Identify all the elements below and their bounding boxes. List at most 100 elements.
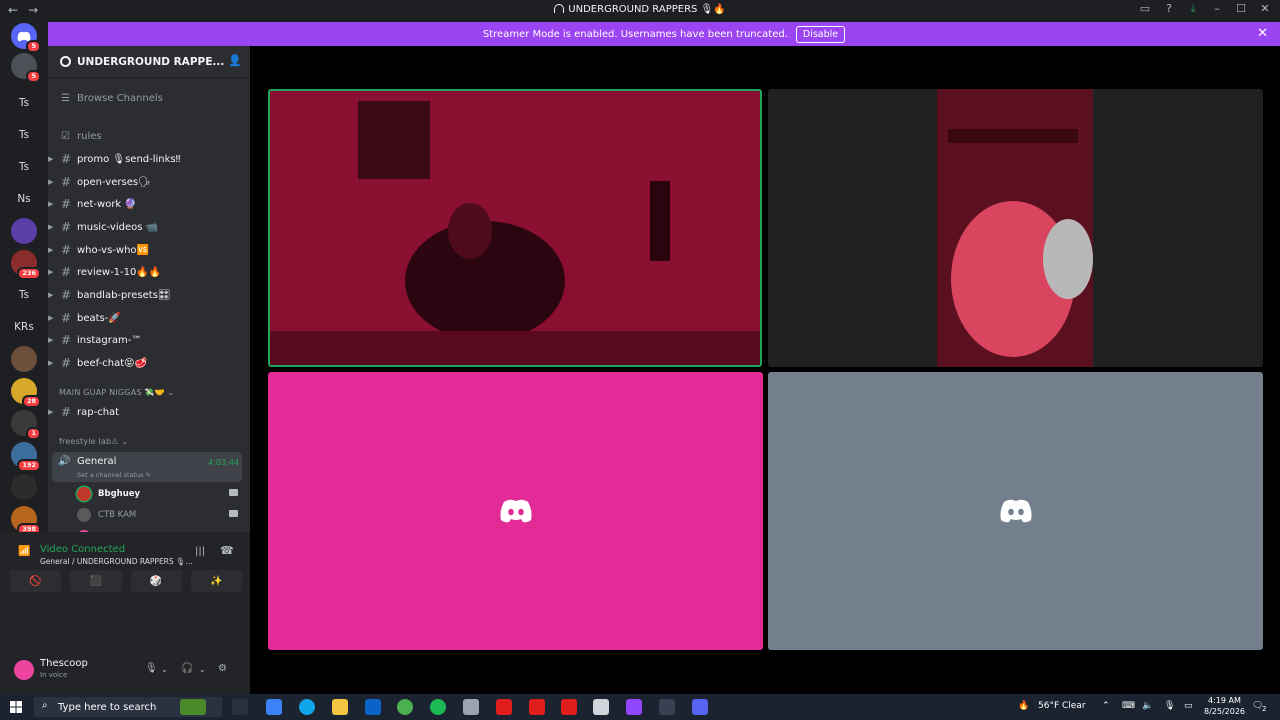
audio-options-chevron-icon[interactable]: ⌄ (199, 665, 206, 674)
channel-item[interactable]: ▶ # review-1-10🔥🔥 (48, 262, 250, 282)
youtube-icon-3[interactable] (561, 699, 577, 715)
server-icon-6[interactable] (11, 218, 37, 244)
close-window-button[interactable]: ✕ (1256, 2, 1274, 16)
add-member-icon[interactable]: 👤 (228, 54, 242, 67)
chrome-icon[interactable] (397, 699, 413, 715)
channel-item[interactable]: ▶ # instagram-™ (48, 330, 250, 350)
camera-button[interactable]: 🚫 (10, 570, 62, 592)
username[interactable]: Thescoop (40, 658, 88, 669)
voice-channel-path[interactable]: General / UNDERGROUND RAPPERS 🎙... (40, 557, 193, 566)
avatar-tile-2[interactable] (768, 372, 1263, 650)
channel-item[interactable]: ▶ # open-verses🗣 (48, 172, 250, 192)
game-thumbnail-icon[interactable] (180, 699, 206, 715)
spotify-icon[interactable] (430, 699, 446, 715)
channel-item[interactable]: ▶ # music-videos 📹 (48, 217, 250, 237)
voice-channel-general[interactable]: 🔊 General 4:03:44 Set a channel status ✎ (52, 452, 242, 482)
server-icon-15[interactable]: 398 (11, 506, 41, 536)
hash-icon: # (61, 356, 72, 370)
close-banner-icon[interactable]: ✕ (1257, 26, 1268, 41)
channel-item[interactable]: ▶ # beats-🚀 (48, 308, 250, 328)
file-explorer-icon[interactable] (332, 699, 348, 715)
server-icon-11[interactable]: 28 (11, 378, 41, 408)
browse-channels-label: Browse Channels (77, 92, 163, 104)
soundboard-button[interactable]: ✨ (190, 570, 242, 592)
server-icon-5[interactable]: Ns (11, 186, 37, 212)
server-icon-1[interactable]: 5 (11, 53, 41, 83)
weather-text[interactable]: 56°F Clear (1038, 701, 1086, 711)
video-tile-2[interactable] (768, 89, 1263, 367)
server-icon-12[interactable]: 1 (11, 410, 41, 440)
discord-taskbar-icon[interactable] (692, 699, 708, 715)
task-view-icon[interactable] (232, 699, 248, 715)
disable-button[interactable]: Disable (795, 25, 846, 43)
clock-time[interactable]: 4:19 AM (1208, 696, 1241, 705)
tray-chevron-icon[interactable]: ⌃ (1102, 701, 1110, 711)
browse-channels[interactable]: ☰ Browse Channels (48, 88, 250, 108)
server-icon-4[interactable]: Ts (11, 154, 37, 180)
microphone-icon[interactable]: 🎙 (145, 663, 158, 674)
channel-rap-chat[interactable]: ▶ # rap-chat (48, 402, 250, 422)
signal-icon[interactable]: 📶 (18, 546, 30, 557)
server-icon-9[interactable]: KRs (11, 314, 37, 340)
avatar-tile-1[interactable] (268, 372, 763, 650)
clock-date[interactable]: 8/25/2026 (1204, 707, 1245, 716)
user-panel: Thescoop In voice 🎙 ⌄ 🎧 ⌄ ⚙ (0, 650, 250, 694)
avatar[interactable] (14, 660, 34, 680)
channel-label: open-verses🗣 (77, 176, 151, 188)
voice-user[interactable]: Bbghuey (77, 484, 242, 504)
channel-item[interactable]: ▶ # bandlab-presets🎛 (48, 285, 250, 305)
chevron-down-icon[interactable]: ⌄ (206, 54, 214, 65)
category-freestyle[interactable]: freestyle lab⚠ ⌄ (59, 437, 128, 446)
youtube-icon-2[interactable] (529, 699, 545, 715)
download-icon[interactable]: ⤓ (1184, 2, 1202, 16)
expand-arrow-icon: ▶ (48, 268, 54, 276)
server-icon-14[interactable] (11, 474, 37, 500)
server-icon-0[interactable]: 5 (11, 23, 41, 53)
minimize-button[interactable]: – (1208, 2, 1226, 16)
discord-window: ← → UNDERGROUND RAPPERS 🎙🔥 ▭ ? ⤓ – ☐ ✕ S… (0, 0, 1280, 720)
app-icon-2[interactable] (593, 699, 609, 715)
inbox-icon[interactable]: ▭ (1136, 2, 1154, 16)
server-icon-13[interactable]: 192 (11, 442, 41, 472)
windows-start-icon[interactable] (10, 701, 22, 713)
channel-item[interactable]: ▶ # promo 🎙send-links‼ (48, 149, 250, 169)
edge-icon[interactable] (299, 699, 315, 715)
forward-arrow-icon[interactable]: → (28, 3, 38, 17)
youtube-icon[interactable] (496, 699, 512, 715)
channel-item[interactable]: ▶ # net-work 🔮 (48, 194, 250, 214)
server-icon-10[interactable] (11, 346, 37, 372)
server-header[interactable]: UNDERGROUND RAPPE... ⌄ 👤 (48, 46, 250, 78)
copilot-icon[interactable] (266, 699, 282, 715)
channel-item[interactable]: ▶ # who-vs-who🆚 (48, 240, 250, 260)
server-icon-2[interactable]: Ts (11, 90, 37, 116)
video-tile-1[interactable] (268, 89, 762, 367)
network-icon[interactable]: ⌨ (1122, 701, 1135, 711)
outlook-icon[interactable] (365, 699, 381, 715)
obs-icon[interactable] (659, 699, 675, 715)
streamer-mode-banner: Streamer Mode is enabled. Usernames have… (48, 22, 1280, 46)
voice-user[interactable]: CTB KAM (77, 505, 242, 525)
channel-item[interactable]: ▶ # beef-chat😝🥩 (48, 353, 250, 373)
server-icon-3[interactable]: Ts (11, 122, 37, 148)
mic-tray-icon[interactable]: 🎙 (1164, 701, 1175, 711)
help-icon[interactable]: ? (1160, 2, 1178, 16)
screen-share-button[interactable]: ⬛ (70, 570, 122, 592)
channel-status[interactable]: Set a channel status ✎ (77, 471, 151, 479)
mic-options-chevron-icon[interactable]: ⌄ (161, 665, 168, 674)
app-icon[interactable] (463, 699, 479, 715)
back-arrow-icon[interactable]: ← (8, 3, 18, 17)
headphones-icon[interactable]: 🎧 (181, 663, 193, 674)
channel-sidebar: UNDERGROUND RAPPE... ⌄ 👤 ☰ Browse Channe… (48, 46, 250, 578)
settings-gear-icon[interactable]: ⚙ (218, 663, 227, 674)
activities-button[interactable]: 🎲 (130, 570, 182, 592)
server-icon-7[interactable]: 236 (11, 250, 41, 280)
noise-suppression-icon[interactable]: ||| (195, 546, 205, 557)
disconnect-icon[interactable]: ☎ (220, 544, 234, 557)
battery-icon[interactable]: ▭ (1184, 701, 1193, 711)
category-main[interactable]: MAIN GUAP NIGGAS 💸🤝 ⌄ (59, 388, 174, 397)
twitch-icon[interactable] (626, 699, 642, 715)
server-icon-8[interactable]: Ts (11, 282, 37, 308)
volume-icon[interactable]: 🔈 (1142, 701, 1153, 711)
maximize-button[interactable]: ☐ (1232, 2, 1250, 16)
channel-item[interactable]: ☑ rules (48, 126, 250, 146)
